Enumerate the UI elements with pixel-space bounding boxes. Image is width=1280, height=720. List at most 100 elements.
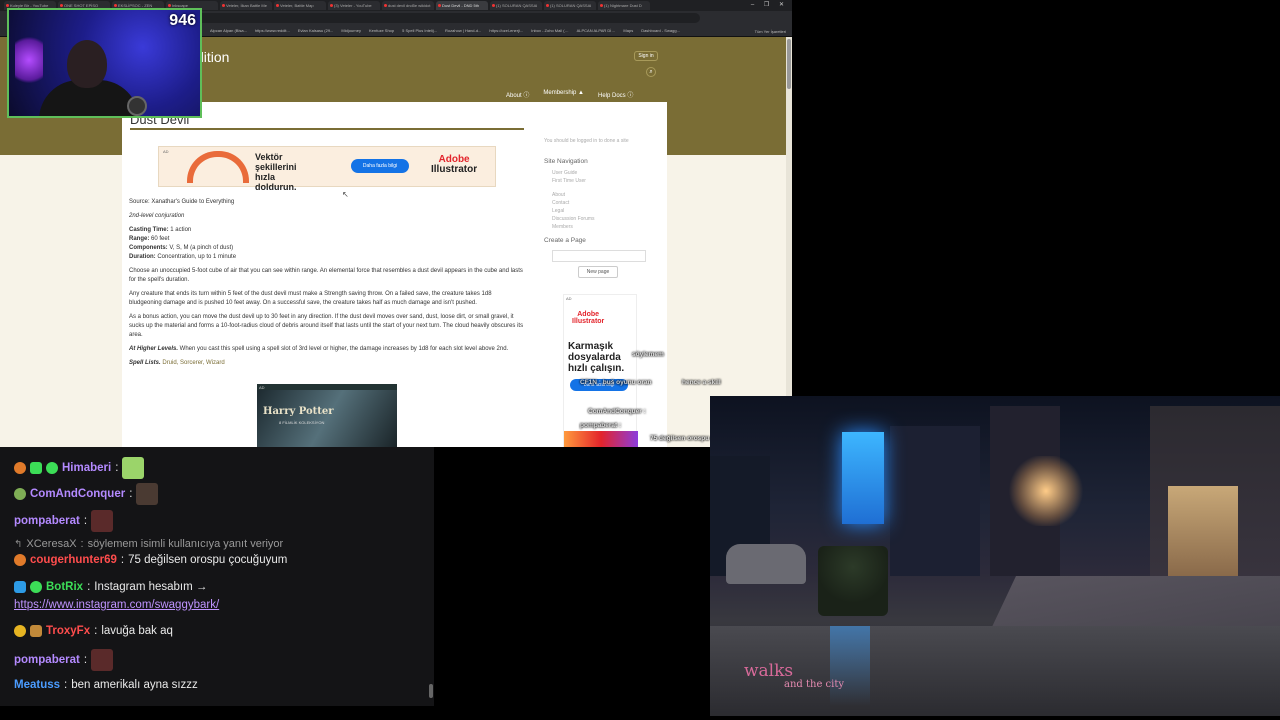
spell-lists-label: Spell Lists. [129,360,161,366]
chat-message: ComAndConquer: [14,483,159,505]
ad-label: AD [259,385,265,390]
bookmark-item[interactable]: https://www.reddit... [255,28,290,33]
reply-username[interactable]: XCeresaX [26,538,76,550]
bookmark-item[interactable]: ALPCAN ALPAR Dİ… [577,28,616,33]
bookmark-item[interactable]: Midjourney [341,28,361,33]
bookmark-item[interactable]: Maps [623,28,633,33]
bookmark-item[interactable]: https://ozel-enerji... [489,28,523,33]
site-navigation-heading: Site Navigation [544,158,588,165]
browser-tab-active[interactable]: Dust Devil - DND 5th [436,1,488,10]
sidebar-link-about[interactable]: About [544,191,654,199]
chat-username[interactable]: TroxyFx [46,625,90,637]
chat-link[interactable]: https://www.instagram.com/swaggybark/ [14,599,219,611]
chat-username[interactable]: Himaberi [62,462,111,474]
browser-tab[interactable]: (1) SOLURAN QASSAI [490,1,542,10]
ad-brand: Adobe Illustrator [431,155,477,175]
bookmark-item[interactable]: Inbox - Zoho Mail (… [531,28,568,33]
spell-description: Source: Xanathar's Guide to Everything 2… [129,198,525,373]
chat-scrollbar[interactable] [429,684,433,698]
nav-help-docs[interactable]: Help Docs ⓘ [598,90,633,99]
all-bookmarks-link[interactable]: Tüm Yer İşaretleri [755,29,786,34]
chat-message-continued: https://www.instagram.com/swaggybark/ [14,599,219,611]
range-label: Range: [129,236,150,242]
badge-icon [14,625,26,637]
browser-tab[interactable]: dust devil dnd5e wikidot [382,1,434,10]
browser-tab[interactable]: (1) SOLURAN QASSAI [544,1,596,10]
higher-levels-text: When you cast this spell using a spell s… [178,346,509,352]
page-scrollbar[interactable] [786,37,792,447]
sidebar-link-contact[interactable]: Contact [544,199,654,207]
banner-ad[interactable]: AD Vektör şekillerini hızla doldurun. Da… [158,146,496,192]
emote-icon [136,483,159,505]
overlay-chat-ghost: pompaberat : [580,422,622,429]
spell-lists-links[interactable]: Druid, Sorcerer, Wizard [161,360,224,366]
ad-label: AD [566,296,572,301]
search-icon[interactable]: ⌕ [646,67,656,77]
chat-message: pompaberat: [14,649,114,671]
nav-membership[interactable]: Membership ▲ [543,90,584,99]
sidebar: You should be logged in to done a site S… [544,138,654,278]
bookmark-item[interactable]: 5 Spell Plus Intelij... [402,28,437,33]
casting-time-label: Casting Time: [129,227,169,233]
ad-cta-button[interactable]: Daha fazla bilgi [351,159,409,173]
verified-badge-icon [30,581,42,593]
badge-icon [14,488,26,500]
ad-headline: Karmaşık dosyalarda hızlı çalışın. [568,341,625,374]
chat-username[interactable]: ComAndConquer [30,488,125,500]
bookmark-item[interactable]: Rozahow | Hand-d... [445,28,481,33]
spell-source: Source: Xanathar's Guide to Everything [129,199,235,205]
emote-icon [91,649,114,671]
bookmark-item[interactable]: Alpcan Alpan (Bisa... [210,28,247,33]
page-name-input[interactable] [552,250,646,262]
chat-message: Himaberi: [14,457,145,479]
ad-brand: Adobe Illustrator [572,311,604,325]
harry-potter-ad[interactable]: AD Harry Potter 8 FİLMLİK KOLEKSİYON [257,384,397,447]
purple-lamp [15,30,43,90]
components-value: V, S, M (a pinch of dust) [167,245,234,251]
login-note: You should be logged in to done a site [544,138,629,144]
browser-tab[interactable]: Veteler, İlkan Battle Me [220,1,272,10]
sidebar-link-first-time-user[interactable]: First Time User [544,177,654,185]
chat-username[interactable]: pompaberat [14,515,80,527]
streamer-head [67,40,107,88]
scrollbar-thumb[interactable] [787,39,791,89]
browser-tab[interactable]: Veteler, Battle Map [274,1,326,10]
bookmark-item[interactable]: Kenfuze Shop [369,28,394,33]
city-walk-video: walks and the city [710,396,1280,716]
reply-icon: ↰ [14,538,23,550]
ad-subtitle: 8 FİLMLİK KOLEKSİYON [279,420,325,425]
overlay-chat-ghost: ComAndConquer : [588,408,646,415]
spell-paragraph: Any creature that ends its turn within 5… [129,291,492,306]
bookmark-item[interactable]: Dashboard - Swagg… [641,28,680,33]
sidebar-link-members[interactable]: Members [544,223,654,231]
chat-text: ben amerikalı ayna sızzz [71,679,198,691]
chat-text: 75 değilsen orospu çocuğuyum [128,554,288,566]
ad-brand-bottom: Illustrator [431,164,478,175]
planter [818,546,888,616]
bookmark-item[interactable]: Evlan Kalsasu (29... [298,28,334,33]
overlay-chat-ghost: CF1N : buš oyunu oran [580,379,652,386]
sidebar-link-legal[interactable]: Legal [544,207,654,215]
ad-artwork [187,151,249,183]
sign-in-button[interactable]: Sign in [634,51,658,61]
logo-text: the city [806,679,845,690]
chat-username[interactable]: Meatuss [14,679,60,691]
chat-username[interactable]: cougerhunter69 [30,554,117,566]
ad-headline: Harry Potter [263,406,334,417]
browser-tab[interactable]: (1) Nightmare Dust D [598,1,650,10]
ad-artwork [564,431,638,447]
new-page-button[interactable]: New page [578,266,618,278]
badge-icon [30,462,42,474]
window-controls-icon[interactable]: – ❐ ✕ [751,1,788,8]
ad-brand-top: Adobe [577,311,600,318]
range-value: 60 feet [149,236,170,242]
chat-username[interactable]: pompaberat [14,654,80,666]
title-divider [130,128,524,130]
browser-tab[interactable]: (3) Veteler - YouTube [328,1,380,10]
duration-value: Concentration, up to 1 minute [155,254,237,260]
nav-about[interactable]: About ⓘ [506,90,529,99]
sidebar-link-user-guide[interactable]: User Guide [544,169,654,177]
sidebar-link-forums[interactable]: Discussion Forums [544,215,654,223]
chat-username[interactable]: BotRix [46,581,83,593]
page-content: Dust Devil AD Vektör şekillerini hızla d… [122,102,667,447]
